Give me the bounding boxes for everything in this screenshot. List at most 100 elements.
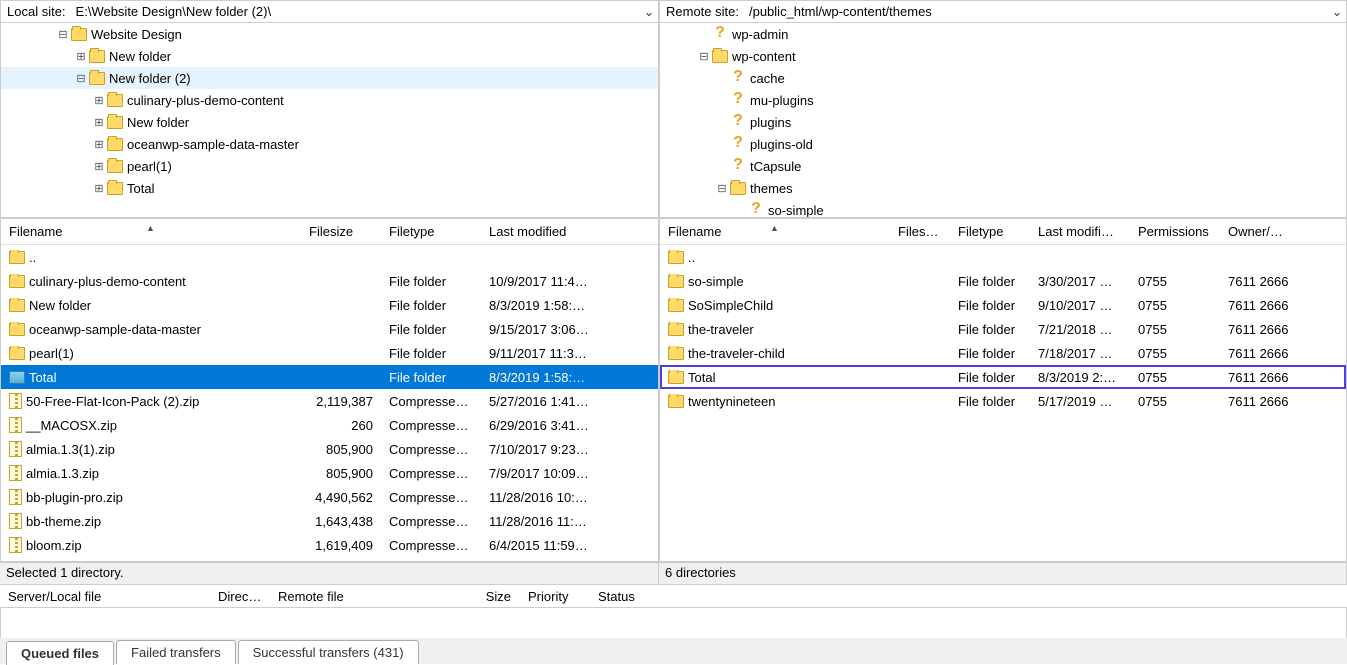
folder-icon [712,50,728,63]
qcol-size[interactable]: Size [470,589,520,604]
tab-successful[interactable]: Successful transfers (431) [238,640,419,664]
tree-item[interactable]: ⊞ Total [1,177,658,199]
list-item[interactable]: bb-plugin-pro.zip4,490,562Compresse…11/2… [1,485,658,509]
tab-failed[interactable]: Failed transfers [116,640,236,664]
list-item[interactable]: oceanwp-sample-data-masterFile folder9/1… [1,317,658,341]
list-item[interactable]: bloom.zip1,619,409Compresse…6/4/2015 11:… [1,533,658,557]
expander-icon[interactable]: ⊟ [696,50,712,63]
col-filesize[interactable]: Filesize [890,224,950,239]
zip-icon [9,489,22,505]
tree-item[interactable]: ?tCapsule [660,155,1346,177]
col-lastmod[interactable]: Last modified [481,224,621,239]
list-item[interactable]: .. [1,245,658,269]
remote-tree-panel: Remote site: ⌄ ?wp-admin⊟wp-content?cach… [659,0,1347,218]
list-item[interactable]: almia.1.3(1).zip805,900Compresse…7/10/20… [1,437,658,461]
zip-icon [9,513,22,529]
tree-item[interactable]: ⊟themes [660,177,1346,199]
file-size: 260 [301,418,381,433]
col-owner[interactable]: Owner/G… [1220,224,1300,239]
list-item[interactable]: the-travelerFile folder7/21/2018 …075576… [660,317,1346,341]
expander-icon[interactable]: ⊞ [91,182,107,195]
tree-item[interactable]: ?mu-plugins [660,89,1346,111]
local-tree[interactable]: ⊟Website Design⊞New folder⊟New folder (2… [1,23,658,217]
local-status: Selected 1 directory. [0,563,659,584]
remote-site-label: Remote site: [660,4,745,19]
remote-list-body[interactable]: ..so-simpleFile folder3/30/2017 …0755761… [660,245,1346,561]
col-filesize[interactable]: Filesize [301,224,381,239]
folder-icon [9,323,25,336]
file-owner: 7611 2666 [1220,298,1300,313]
qcol-status[interactable]: Status [590,589,670,604]
tab-queued[interactable]: Queued files [6,641,114,665]
tree-item[interactable]: ?cache [660,67,1346,89]
col-filetype[interactable]: Filetype [381,224,481,239]
list-item[interactable]: culinary-plus-demo-contentFile folder10/… [1,269,658,293]
tree-item[interactable]: ⊞culinary-plus-demo-content [1,89,658,111]
col-filetype[interactable]: Filetype [950,224,1030,239]
expander-icon[interactable]: ⊟ [55,28,71,41]
list-item[interactable]: 50-Free-Flat-Icon-Pack (2).zip2,119,387C… [1,389,658,413]
tree-item[interactable]: ?plugins-old [660,133,1346,155]
col-permissions[interactable]: Permissions [1130,224,1220,239]
file-type: File folder [381,274,481,289]
expander-icon[interactable]: ⊞ [73,50,89,63]
expander-icon[interactable]: ⊟ [73,72,89,85]
remote-tree[interactable]: ?wp-admin⊟wp-content?cache?mu-plugins?pl… [660,23,1346,217]
tree-item[interactable]: ⊞pearl(1) [1,155,658,177]
zip-icon [9,441,22,457]
list-item[interactable]: New folderFile folder8/3/2019 1:58:… [1,293,658,317]
local-path-input[interactable] [72,2,640,22]
tree-item-label: mu-plugins [750,93,814,108]
tree-item[interactable]: ⊞oceanwp-sample-data-master [1,133,658,155]
qcol-direction[interactable]: Direc… [210,589,270,604]
tree-item-label: Total [127,181,154,196]
file-modified: 9/10/2017 … [1030,298,1130,313]
col-filename[interactable]: ▲Filename [660,224,890,239]
tree-item-label: plugins [750,115,791,130]
tree-item[interactable]: ⊟ Website Design [1,23,658,45]
qcol-serverfile[interactable]: Server/Local file [0,589,210,604]
file-modified: 10/9/2017 11:4… [481,274,621,289]
expander-icon[interactable]: ⊟ [714,182,730,195]
tree-item[interactable]: ⊟wp-content [660,45,1346,67]
col-filename[interactable]: ▲Filename [1,224,301,239]
tree-item[interactable]: ⊞New folder [1,45,658,67]
local-list-header: ▲Filename Filesize Filetype Last modifie… [1,219,658,245]
list-item[interactable]: SoSimpleChildFile folder9/10/2017 …07557… [660,293,1346,317]
tree-item[interactable]: ?plugins [660,111,1346,133]
expander-icon[interactable]: ⊞ [91,94,107,107]
remote-path-dropdown[interactable]: ⌄ [1328,4,1346,20]
unknown-icon: ? [730,158,746,174]
folder-icon [668,347,684,360]
file-name: the-traveler [688,322,754,337]
expander-icon[interactable]: ⊞ [91,116,107,129]
list-item[interactable]: __MACOSX.zip260Compresse…6/29/2016 3:41… [1,413,658,437]
col-lastmod[interactable]: Last modifi… [1030,224,1130,239]
list-item[interactable]: TotalFile folder8/3/2019 1:58:… [1,365,658,389]
list-item[interactable]: bb-theme.zip1,643,438Compresse…11/28/201… [1,509,658,533]
tree-item[interactable]: ?wp-admin [660,23,1346,45]
expander-icon[interactable]: ⊞ [91,160,107,173]
tree-item[interactable]: ?so-simple [660,199,1346,217]
tree-item-label: Website Design [91,27,182,42]
folder-icon [730,182,746,195]
tree-item[interactable]: ⊞New folder [1,111,658,133]
qcol-remotefile[interactable]: Remote file [270,589,470,604]
local-path-dropdown[interactable]: ⌄ [640,4,658,20]
local-list-body[interactable]: ..culinary-plus-demo-contentFile folder1… [1,245,658,561]
list-item[interactable]: twentynineteenFile folder5/17/2019 …0755… [660,389,1346,413]
remote-path-input[interactable] [745,2,1328,22]
file-name: almia.1.3(1).zip [26,442,115,457]
list-item[interactable]: pearl(1)File folder9/11/2017 11:3… [1,341,658,365]
tree-item[interactable]: ⊟New folder (2) [1,67,658,89]
list-item[interactable]: .. [660,245,1346,269]
list-item[interactable]: TotalFile folder8/3/2019 2:…07557611 266… [660,365,1346,389]
expander-icon[interactable]: ⊞ [91,138,107,151]
file-modified: 8/3/2019 1:58:… [481,370,621,385]
file-type: File folder [950,394,1030,409]
list-item[interactable]: so-simpleFile folder3/30/2017 …07557611 … [660,269,1346,293]
list-item[interactable]: almia.1.3.zip805,900Compresse…7/9/2017 1… [1,461,658,485]
qcol-priority[interactable]: Priority [520,589,590,604]
list-item[interactable]: the-traveler-childFile folder7/18/2017 …… [660,341,1346,365]
file-permissions: 0755 [1130,370,1220,385]
